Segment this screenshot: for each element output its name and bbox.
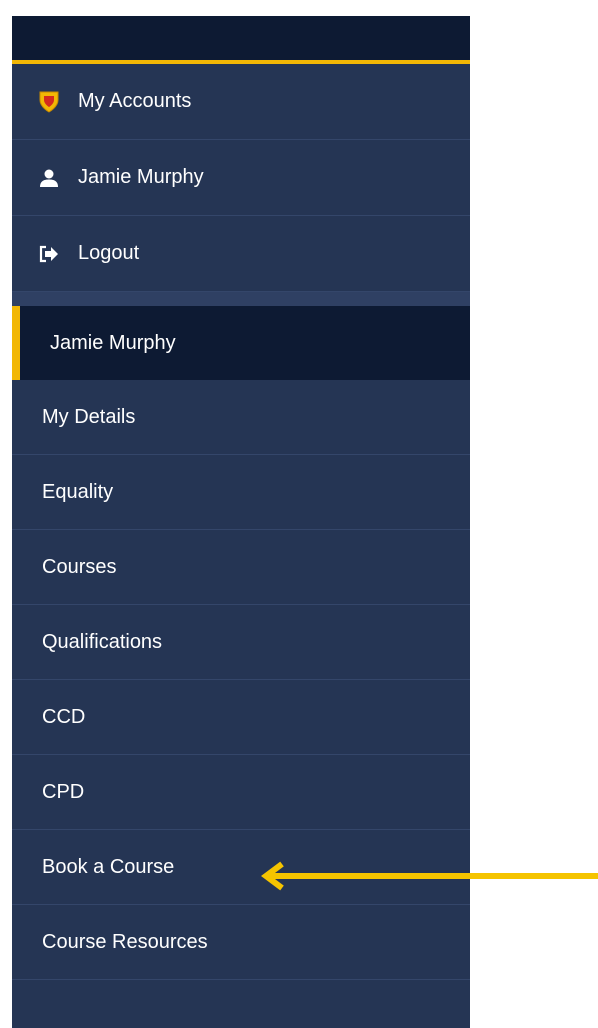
profile-link[interactable]: Jamie Murphy (12, 140, 470, 216)
user-icon (36, 165, 62, 191)
logout-link[interactable]: Logout (12, 216, 470, 292)
pointer-arrow-icon (261, 861, 598, 891)
nav-item-ccd[interactable]: CCD (12, 680, 470, 755)
logout-label: Logout (78, 242, 140, 264)
my-accounts-label: My Accounts (78, 90, 192, 112)
nav-item-course-resources[interactable]: Course Resources (12, 905, 470, 980)
profile-label: Jamie Murphy (78, 166, 204, 188)
nav-item-courses[interactable]: Courses (12, 530, 470, 605)
nav-item-cpd[interactable]: CPD (12, 755, 470, 830)
logout-icon (36, 241, 62, 267)
nav-section-header: Jamie Murphy (12, 306, 470, 380)
section-divider (12, 292, 470, 306)
my-accounts-link[interactable]: My Accounts (12, 64, 470, 140)
nav-item-equality[interactable]: Equality (12, 455, 470, 530)
shield-icon (36, 89, 62, 115)
nav-item-my-details[interactable]: My Details (12, 380, 470, 455)
nav-item-qualifications[interactable]: Qualifications (12, 605, 470, 680)
sidebar-topbar (12, 16, 470, 64)
